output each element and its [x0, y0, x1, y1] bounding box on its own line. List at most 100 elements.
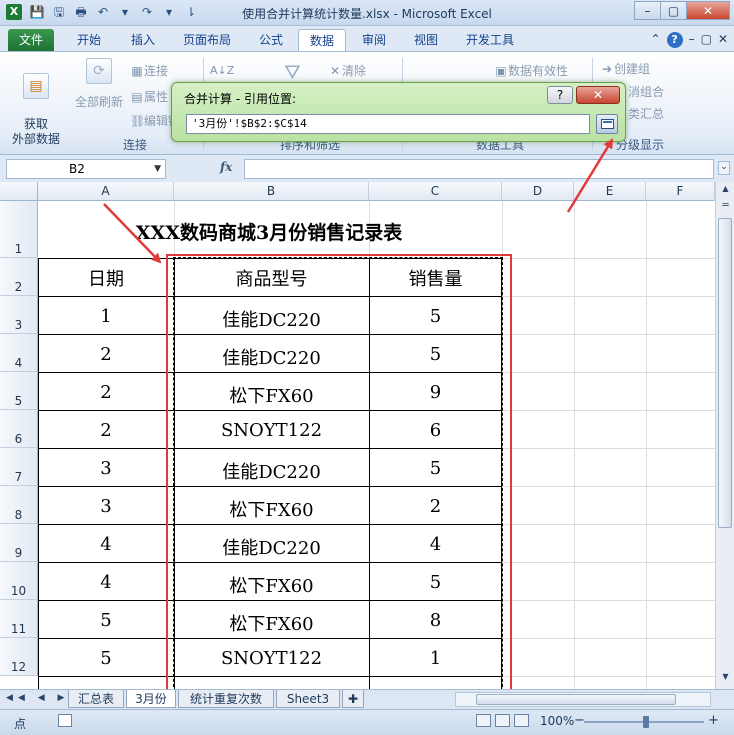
workbook-minimize-button[interactable]: –	[689, 32, 695, 48]
row-number: 3	[14, 318, 23, 332]
tab-data[interactable]: 数据	[298, 29, 346, 51]
header-cell-date[interactable]: 日期	[38, 265, 174, 291]
tab-insert[interactable]: 插入	[118, 29, 168, 51]
ungroup-button[interactable]: 消组合	[628, 83, 664, 100]
sheet-tab-summary[interactable]: 汇总表	[68, 690, 124, 708]
properties-button[interactable]: ▤属性	[130, 88, 168, 105]
page-break-view-icon[interactable]	[514, 714, 529, 727]
row-number: 8	[14, 508, 23, 522]
workbook-close-button[interactable]: ✕	[718, 32, 728, 48]
subtotal-button[interactable]: 类汇总	[628, 105, 664, 122]
select-all-corner[interactable]	[0, 182, 38, 201]
cell-date[interactable]: 4	[38, 534, 174, 555]
clear-icon: ✕	[329, 64, 341, 78]
reference-input[interactable]: '3月份'!$B$2:$C$14	[186, 114, 590, 134]
name-box[interactable]: B2 ▼	[6, 159, 166, 179]
horizontal-scrollbar-thumb[interactable]	[476, 694, 676, 705]
expand-dialog-icon	[601, 119, 614, 129]
cell-date[interactable]: 1	[38, 306, 174, 327]
row-header[interactable]: 9	[0, 524, 38, 562]
consolidate-reference-dialog: 合并计算 - 引用位置: ? ✕ '3月份'!$B$2:$C$14	[171, 82, 626, 142]
column-header-b[interactable]: B	[174, 182, 369, 201]
row-header[interactable]: 8	[0, 486, 38, 524]
row-header[interactable]: 2	[0, 258, 38, 296]
row-header[interactable]: 5	[0, 372, 38, 410]
row-header[interactable]: 6	[0, 410, 38, 448]
tab-view[interactable]: 视图	[402, 29, 450, 51]
collapse-ribbon-icon[interactable]: ⌃	[651, 32, 661, 48]
page-layout-view-icon[interactable]	[495, 714, 510, 727]
data-validation-label: 数据有效性	[508, 64, 569, 78]
insert-function-icon[interactable]: fx	[220, 160, 232, 174]
connections-button[interactable]: ▦连接	[130, 62, 168, 79]
tab-developer[interactable]: 开发工具	[456, 29, 524, 51]
row-header[interactable]: 12	[0, 638, 38, 676]
tab-formulas[interactable]: 公式	[246, 29, 296, 51]
cell-date[interactable]: 2	[38, 420, 174, 441]
expand-dialog-button[interactable]	[596, 114, 618, 134]
sheet-tab-sheet3[interactable]: Sheet3	[276, 690, 340, 708]
row-header[interactable]: 11	[0, 600, 38, 638]
scrollbar-thumb[interactable]	[718, 218, 732, 528]
sheet-title[interactable]: XXX数码商城3月份销售记录表	[38, 218, 500, 245]
scroll-down-icon[interactable]: ▼	[719, 672, 732, 686]
gridline	[646, 201, 647, 689]
connections-label: 连接	[144, 64, 169, 78]
data-validation-button[interactable]: ▣数据有效性	[494, 62, 568, 79]
cell-date[interactable]: 4	[38, 572, 174, 593]
row-number: 1	[14, 242, 23, 256]
cell-date[interactable]: 3	[38, 496, 174, 517]
column-header-a[interactable]: A	[38, 182, 174, 201]
insert-sheet-icon[interactable]: ✚	[342, 690, 364, 708]
name-box-value: B2	[69, 162, 85, 176]
name-box-dropdown-icon[interactable]: ▼	[154, 160, 161, 178]
column-header-c[interactable]: C	[369, 182, 502, 201]
zoom-slider-knob[interactable]	[643, 716, 649, 728]
group-label-connections: 连接	[122, 138, 147, 152]
normal-view-icon[interactable]	[476, 714, 491, 727]
clear-filter-button[interactable]: ✕ 清除	[328, 62, 366, 79]
cell-date[interactable]: 5	[38, 648, 174, 669]
row-header[interactable]: 4	[0, 334, 38, 372]
dialog-help-button[interactable]: ?	[547, 86, 573, 104]
close-button[interactable]: ✕	[686, 1, 730, 20]
maximize-button[interactable]: ▢	[660, 1, 687, 20]
tab-page-layout[interactable]: 页面布局	[172, 29, 242, 51]
formula-input[interactable]	[244, 159, 714, 179]
scroll-up-icon[interactable]: ▲	[719, 184, 732, 198]
row-header[interactable]: 10	[0, 562, 38, 600]
filter-icon[interactable]: ⛛	[284, 60, 301, 84]
expand-formula-bar-icon[interactable]: ⌄	[718, 161, 730, 175]
zoom-in-icon[interactable]: +	[708, 713, 719, 728]
sheet-tab-duplicate-count[interactable]: 统计重复次数	[178, 690, 274, 708]
help-icon[interactable]: ?	[666, 32, 683, 48]
vertical-scrollbar[interactable]: ▲ ═ ▼	[715, 182, 734, 689]
zoom-level[interactable]: 100%	[540, 714, 574, 728]
tab-file[interactable]: 文件	[8, 29, 54, 51]
row-number: 2	[14, 280, 23, 294]
column-header-d[interactable]: D	[502, 182, 574, 201]
row-header[interactable]: 7	[0, 448, 38, 486]
cell-date[interactable]: 2	[38, 344, 174, 365]
get-external-data-button[interactable]: ▤ 获取 外部数据	[6, 58, 66, 147]
row-header[interactable]: 1	[0, 201, 38, 258]
horizontal-scrollbar[interactable]	[455, 692, 711, 707]
workbook-restore-button[interactable]: ▢	[701, 32, 712, 48]
column-header-f[interactable]: F	[646, 182, 715, 201]
create-group-button[interactable]: ➔ 创建组	[600, 60, 650, 77]
cell-date[interactable]: 3	[38, 458, 174, 479]
cell-date[interactable]: 2	[38, 382, 174, 403]
formula-bar: B2 ▼ fx ⌄	[0, 157, 734, 181]
cell-date[interactable]: 5	[38, 610, 174, 631]
dialog-close-button[interactable]: ✕	[576, 86, 620, 104]
tab-home[interactable]: 开始	[64, 29, 114, 51]
sheet-tab-march[interactable]: 3月份	[126, 690, 176, 708]
minimize-button[interactable]: –	[634, 1, 661, 20]
tab-review[interactable]: 审阅	[350, 29, 398, 51]
column-header-e[interactable]: E	[574, 182, 646, 201]
macro-record-icon[interactable]	[58, 714, 72, 727]
refresh-all-button[interactable]: ⟳ 全部刷新	[72, 58, 126, 109]
row-header[interactable]: 3	[0, 296, 38, 334]
split-handle-icon[interactable]: ═	[719, 200, 732, 214]
sort-az-icon[interactable]: A↓Z	[210, 64, 234, 77]
